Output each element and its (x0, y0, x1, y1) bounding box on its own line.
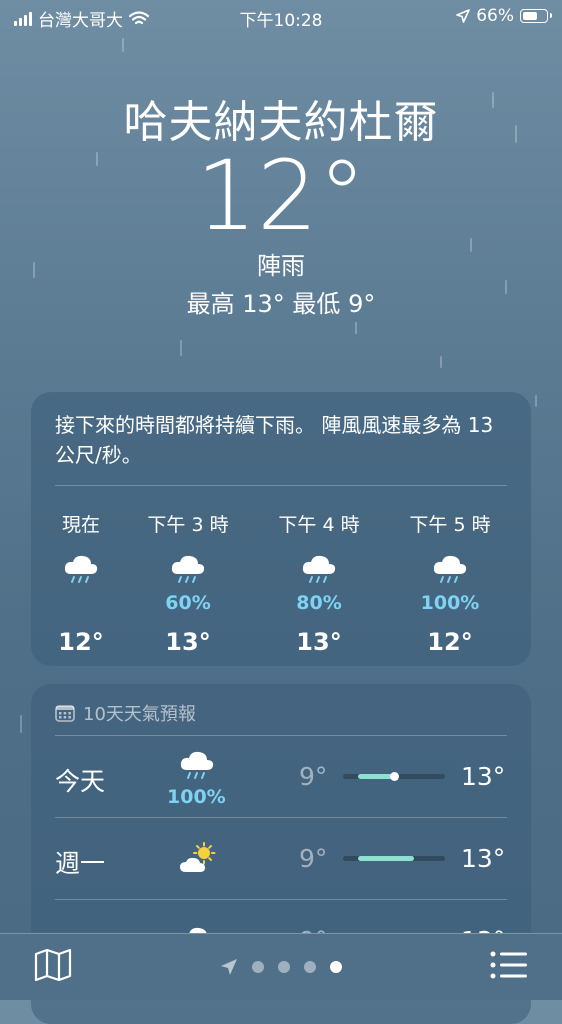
hour-temperature: 13° (296, 628, 342, 656)
calendar-icon (55, 705, 75, 722)
hour-label: 下午 5 時 (409, 514, 491, 536)
day-low-temp: 9° (299, 762, 328, 791)
page-dot[interactable] (304, 961, 316, 973)
day-low-temp: 9° (299, 844, 328, 873)
divider (55, 485, 507, 486)
hour-temperature: 13° (165, 628, 211, 656)
temperature-range-bar (343, 856, 445, 861)
day-precip: 100% (167, 786, 226, 808)
cloud-rain-icon (269, 552, 369, 588)
hour-precip: 60% (165, 592, 211, 614)
location-arrow-icon[interactable] (220, 958, 238, 976)
page-dot[interactable] (252, 961, 264, 973)
hour-label: 現在 (61, 514, 100, 536)
forecast-summary: 接下來的時間都將持續下雨。 陣風風速最多為 13 公尺/秒。 (55, 413, 494, 467)
page-dot-active[interactable] (330, 961, 342, 973)
bottom-toolbar (0, 933, 562, 1000)
cloud-rain-icon (400, 552, 500, 588)
battery-level (523, 12, 537, 20)
partly-sunny-icon (177, 842, 217, 876)
day-high-temp: 13° (461, 762, 506, 791)
hour-label: 下午 3 時 (147, 514, 229, 536)
temperature-range-bar (343, 772, 445, 781)
status-bar: 台灣大哥大 下午10:28 66% (0, 0, 562, 34)
day-name: 週一 (55, 849, 106, 878)
city-list-button[interactable] (490, 950, 528, 984)
page-indicator[interactable] (0, 958, 562, 976)
cloud-rain-icon (177, 748, 217, 782)
hour-precip: 100% (420, 592, 480, 614)
cloud-rain-icon (31, 552, 131, 588)
ten-day-title: 10天天氣預報 (83, 704, 196, 725)
day-row[interactable]: 今天 100% 9° 13° (31, 736, 531, 818)
hour-temperature: 12° (58, 628, 104, 656)
battery-percent: 66% (476, 6, 514, 26)
ten-day-header: 10天天氣預報 (55, 700, 196, 726)
day-name: 今天 (55, 767, 106, 796)
high-low-temperature: 最高 13° 最低 9° (186, 290, 376, 318)
hour-temperature: 12° (427, 628, 473, 656)
day-high-temp: 13° (461, 844, 506, 873)
weather-condition: 陣雨 (257, 252, 305, 280)
hourly-forecast-card[interactable]: 接下來的時間都將持續下雨。 陣風風速最多為 13 公尺/秒。 現在 12° 下午… (31, 392, 531, 666)
current-temperature: 12° (195, 140, 367, 252)
hour-label: 下午 4 時 (278, 514, 360, 536)
hour-precip: 80% (296, 592, 342, 614)
cloud-rain-icon (138, 552, 238, 588)
range-fill (358, 856, 414, 861)
list-icon (490, 951, 527, 979)
current-temp-marker (390, 772, 399, 781)
page-dot[interactable] (278, 961, 290, 973)
day-row[interactable]: 週一 9° 13° (31, 818, 531, 900)
battery-icon (520, 9, 552, 23)
location-arrow-icon (456, 9, 471, 23)
